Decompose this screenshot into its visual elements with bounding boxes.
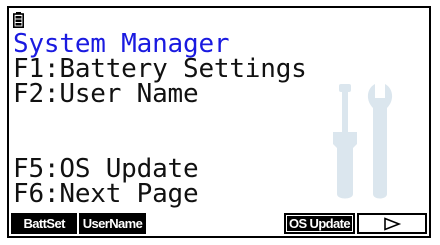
f4-empty-key [216,213,282,234]
calculator-screen: System Manager F1:Battery Settings F2:Us… [7,6,431,238]
f5-os-update-key[interactable]: OS Update [284,213,355,234]
right-arrow-icon [383,216,401,231]
menu-item-user-name[interactable]: F2:User Name [13,81,427,107]
system-manager-menu: System Manager F1:Battery Settings F2:Us… [13,31,427,207]
f5-os-update-label: OS Update [286,216,352,231]
f2-username-key[interactable]: UserName [79,213,146,234]
f3-empty-key [148,213,214,234]
menu-spacer [13,107,427,157]
battery-icon [13,12,24,28]
f6-next-page-key[interactable] [356,213,427,234]
function-key-bar: BattSet UserName OS Update [11,213,427,234]
f1-battset-key[interactable]: BattSet [11,213,78,234]
menu-item-next-page[interactable]: F6:Next Page [13,181,427,207]
status-bar [13,10,24,30]
